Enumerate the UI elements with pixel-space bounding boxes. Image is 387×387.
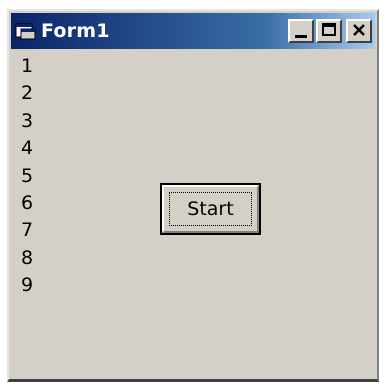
maximize-button[interactable] [316, 19, 342, 43]
close-button[interactable] [346, 19, 372, 43]
caption-buttons [288, 19, 372, 43]
printed-number: 5 [21, 164, 34, 187]
form-client-area: 1 2 3 4 5 6 7 8 9 Start [11, 51, 375, 377]
printed-number: 3 [21, 109, 34, 132]
title-bar[interactable]: Form1 [11, 13, 375, 49]
close-icon [353, 24, 365, 36]
printed-number: 8 [21, 246, 34, 269]
printed-number: 4 [21, 137, 34, 160]
start-button-label: Start [187, 198, 234, 220]
printed-number: 9 [21, 274, 34, 297]
printed-number-list: 1 2 3 4 5 6 7 8 9 [21, 53, 33, 300]
printed-number: 1 [21, 55, 34, 77]
start-button[interactable]: Start [160, 183, 261, 235]
form1-window: Form1 1 2 3 4 5 6 7 8 9 Start [7, 9, 379, 382]
maximize-icon [322, 23, 336, 36]
printed-number: 7 [21, 219, 34, 242]
form-window-icon[interactable] [15, 21, 37, 41]
printed-number: 2 [21, 82, 34, 105]
minimize-icon [295, 35, 307, 38]
printed-number: 6 [21, 191, 34, 214]
window-title: Form1 [41, 20, 110, 42]
minimize-button[interactable] [288, 19, 314, 43]
